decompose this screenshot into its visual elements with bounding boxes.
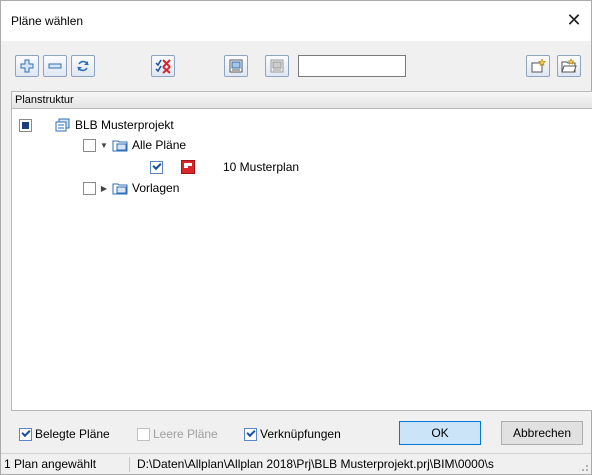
leere-plaene-label: Leere Pläne xyxy=(153,427,218,441)
folder-open-icon xyxy=(561,58,577,73)
options-bar: Belegte Pläne Leere Pläne Verknüpfungen … xyxy=(1,417,591,451)
status-bar: 1 Plan angewählt D:\Daten\Allplan\Allpla… xyxy=(1,453,591,474)
leere-plaene-checkbox xyxy=(137,427,150,441)
check-cross-icon xyxy=(155,59,171,74)
minus-icon xyxy=(48,63,62,69)
tree-node-label: BLB Musterprojekt xyxy=(75,118,174,132)
folder-icon xyxy=(112,182,128,195)
favorite-save-button[interactable] xyxy=(526,55,550,77)
tree-node-folder-alle-plaene[interactable]: ▼ Alle Pläne xyxy=(83,136,186,154)
leere-plaene-option: Leere Pläne xyxy=(137,427,218,441)
dialog-title: Pläne wählen xyxy=(11,14,84,28)
favorite-open-button[interactable] xyxy=(557,55,581,77)
folder-checkbox[interactable] xyxy=(83,138,96,152)
tree-column-header: Planstruktur xyxy=(11,91,592,109)
selection-status: 1 Plan angewählt xyxy=(4,457,97,471)
refresh-icon xyxy=(77,60,89,72)
plaene-waehlen-dialog: Pläne wählen ✕ Planstruktur BLB Musterpr… xyxy=(0,0,592,475)
collapse-all-button[interactable] xyxy=(43,55,67,77)
favorite-save-icon xyxy=(531,58,546,73)
verknuepfungen-label: Verknüpfungen xyxy=(260,427,341,441)
refresh-button[interactable] xyxy=(71,55,95,77)
title-bar: Pläne wählen ✕ xyxy=(1,1,591,41)
plan-frame-icon xyxy=(229,59,243,73)
cancel-button[interactable]: Abbrechen xyxy=(501,421,583,445)
tree-node-folder-vorlagen[interactable]: ▶ Vorlagen xyxy=(83,179,179,197)
belegte-plaene-label: Belegte Pläne xyxy=(35,427,110,441)
plan-frame-disabled-icon xyxy=(270,59,284,73)
toolbar xyxy=(1,41,591,89)
ok-button[interactable]: OK xyxy=(399,421,481,445)
plan-remove-button[interactable] xyxy=(265,55,289,77)
tree-node-label: 10 Musterplan xyxy=(223,160,300,174)
plan-tree[interactable]: BLB Musterprojekt ▼ Alle Pläne 10 Muster… xyxy=(11,109,592,411)
resize-grip-icon[interactable] xyxy=(579,462,589,472)
collapsed-arrow-icon[interactable]: ▶ xyxy=(99,184,109,193)
close-icon: ✕ xyxy=(566,10,582,30)
tree-node-label: Vorlagen xyxy=(132,181,180,195)
belegte-plaene-option[interactable]: Belegte Pläne xyxy=(19,427,110,441)
project-icon xyxy=(55,118,71,132)
close-button[interactable]: ✕ xyxy=(561,9,587,33)
root-checkbox[interactable] xyxy=(19,118,32,132)
plan-icon xyxy=(181,160,195,174)
expand-all-button[interactable] xyxy=(15,55,39,77)
project-path: D:\Daten\Allplan\Allplan 2018\Prj\BLB Mu… xyxy=(137,457,494,471)
search-input[interactable] xyxy=(298,55,406,77)
clear-selection-button[interactable] xyxy=(151,55,175,77)
belegte-plaene-checkbox[interactable] xyxy=(19,427,32,441)
tree-node-label: Alle Pläne xyxy=(132,138,187,152)
tree-node-plan[interactable]: 10 Musterplan xyxy=(150,158,299,176)
folder-checkbox[interactable] xyxy=(83,181,96,195)
tree-node-root[interactable]: BLB Musterprojekt xyxy=(19,116,174,134)
verknuepfungen-checkbox[interactable] xyxy=(244,427,257,441)
plus-icon xyxy=(20,59,34,73)
expanded-arrow-icon[interactable]: ▼ xyxy=(99,141,109,150)
status-separator xyxy=(129,457,130,472)
folder-icon xyxy=(112,139,128,152)
verknuepfungen-option[interactable]: Verknüpfungen xyxy=(244,427,341,441)
plan-insert-button[interactable] xyxy=(224,55,248,77)
plan-checkbox[interactable] xyxy=(150,160,163,174)
